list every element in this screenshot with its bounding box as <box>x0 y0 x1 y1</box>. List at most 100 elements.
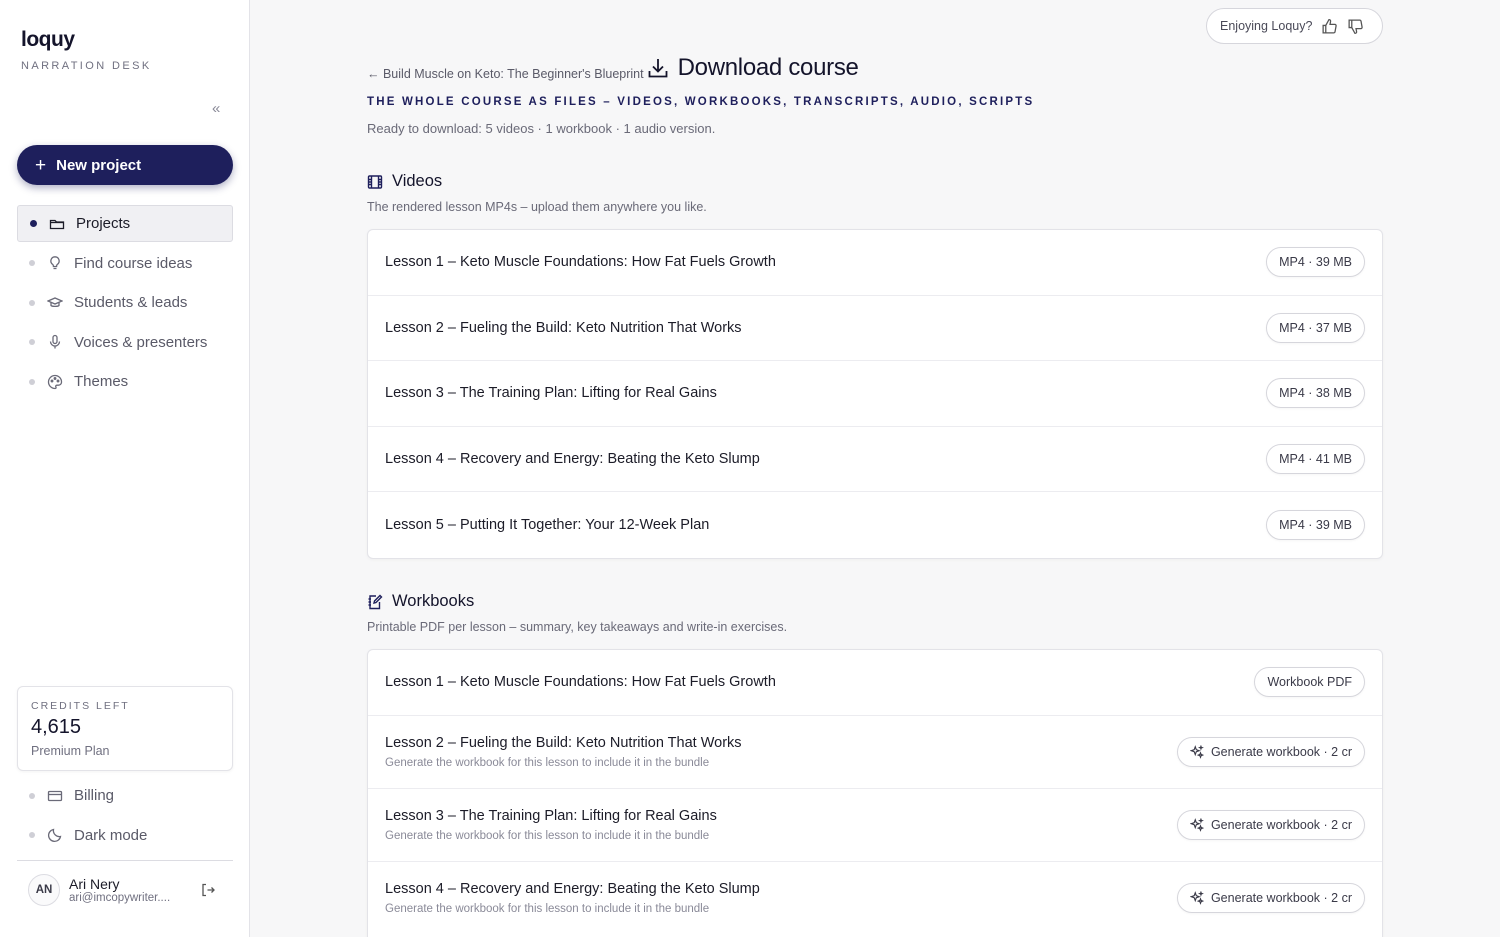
workbook-hint: Generate the workbook for this lesson to… <box>385 756 710 769</box>
workbook-row: Lesson 3 – The Training Plan: Lifting fo… <box>368 789 1382 862</box>
sparkles-icon <box>1189 744 1204 759</box>
download-video-button[interactable]: MP4 · 37 MB <box>1266 312 1365 343</box>
sparkles-icon <box>1189 817 1204 832</box>
workbook-text: Lesson 2 – Fueling the Build: Keto Nutri… <box>385 735 742 769</box>
sidebar-item-label: Billing <box>74 787 115 804</box>
workbook-row: Lesson 4 – Recovery and Energy: Beating … <box>368 862 1382 935</box>
feedback-widget: Enjoying Loquy? <box>1206 8 1383 44</box>
inactive-indicator <box>29 260 35 267</box>
generate-workbook-button[interactable]: Generate workbook · 2 cr <box>1176 736 1365 767</box>
workbook-hint: Generate the workbook for this lesson to… <box>385 903 710 915</box>
generate-workbook-button[interactable]: Generate workbook · 2 cr <box>1176 809 1365 840</box>
video-row: Lesson 3 – The Training Plan: Lifting fo… <box>368 361 1382 427</box>
page-eyebrow: THE WHOLE COURSE AS FILES – VIDEOS, WORK… <box>367 96 1035 108</box>
workbook-row: Lesson 1 – Keto Muscle Foundations: How … <box>368 650 1382 716</box>
brand-logo: loquy <box>21 28 75 51</box>
generate-workbook-label: Generate workbook · 2 cr <box>1210 891 1352 905</box>
inactive-indicator <box>29 378 35 385</box>
sparkles-icon <box>1189 891 1204 905</box>
plus-icon: + <box>35 154 47 176</box>
workbook-title: Lesson 2 – Fueling the Build: Keto Nutri… <box>385 734 742 751</box>
microphone-icon <box>47 334 63 350</box>
generate-workbook-button[interactable]: Generate workbook · 2 cr <box>1176 883 1365 913</box>
video-row: Lesson 4 – Recovery and Energy: Beating … <box>368 427 1382 493</box>
back-link[interactable]: ← Build Muscle on Keto: The Beginner's B… <box>367 67 644 81</box>
sidebar-nav: Projects Find course ideas Students & le… <box>17 205 233 403</box>
video-title: Lesson 4 – Recovery and Energy: Beating … <box>385 451 760 468</box>
collapse-sidebar-button[interactable]: « <box>212 100 220 117</box>
brand: loquy NARRATION DESK <box>21 28 152 72</box>
sidebar-item-voices-presenters[interactable]: Voices & presenters <box>17 324 233 361</box>
lightbulb-icon <box>47 255 63 271</box>
film-icon <box>367 174 383 190</box>
download-video-button[interactable]: MP4 · 39 MB <box>1266 247 1365 278</box>
workbook-hint: Generate the workbook for this lesson to… <box>385 829 710 842</box>
feedback-label: Enjoying Loquy? <box>1220 19 1313 33</box>
download-video-button[interactable]: MP4 · 41 MB <box>1266 444 1365 475</box>
credits-value: 4,615 <box>31 716 82 738</box>
user-info: Ari Nery ari@imcopywriter.... <box>69 876 187 904</box>
sidebar-item-dark-mode[interactable]: Dark mode <box>17 817 233 854</box>
sidebar-divider <box>17 860 233 861</box>
sidebar-item-themes[interactable]: Themes <box>17 363 233 400</box>
inactive-indicator <box>29 792 35 799</box>
new-project-button[interactable]: + New project <box>17 145 233 185</box>
page-title: Download course <box>646 54 859 82</box>
generate-workbook-label: Generate workbook · 2 cr <box>1210 817 1352 832</box>
page-title-text: Download course <box>677 54 859 81</box>
workbook-title: Lesson 3 – The Training Plan: Lifting fo… <box>385 807 717 824</box>
download-video-button[interactable]: MP4 · 38 MB <box>1266 378 1365 409</box>
thumbs-up-icon[interactable] <box>1321 18 1338 35</box>
user-profile: AN Ari Nery ari@imcopywriter.... <box>28 872 224 908</box>
logout-icon[interactable] <box>200 882 216 898</box>
download-icon <box>646 56 670 80</box>
thumbs-down-icon[interactable] <box>1347 18 1364 35</box>
sidebar-item-label: Dark mode <box>74 826 148 844</box>
sidebar-bottom-nav: Billing Dark mode <box>17 777 233 856</box>
video-title: Lesson 2 – Fueling the Build: Keto Nutri… <box>385 319 742 336</box>
video-row: Lesson 1 – Keto Muscle Foundations: How … <box>368 230 1382 296</box>
workbooks-section-title: Workbooks <box>392 592 475 610</box>
videos-section-header: Videos <box>367 172 442 191</box>
notebook-pen-icon <box>367 594 383 610</box>
folder-icon <box>49 216 65 232</box>
inactive-indicator <box>29 299 35 306</box>
brand-subtitle: NARRATION DESK <box>21 60 152 72</box>
sidebar-item-label: Voices & presenters <box>74 333 208 351</box>
plan-name: Premium Plan <box>31 744 110 758</box>
workbook-pdf-button[interactable]: Workbook PDF <box>1254 667 1365 698</box>
user-email: ari@imcopywriter.... <box>69 892 171 904</box>
workbooks-list: Lesson 1 – Keto Muscle Foundations: How … <box>367 649 1383 937</box>
videos-section-description: The rendered lesson MP4s – upload them a… <box>367 200 707 214</box>
sidebar-item-projects[interactable]: Projects <box>17 205 233 242</box>
workbook-text: Lesson 4 – Recovery and Energy: Beating … <box>385 881 760 915</box>
generate-workbook-label: Generate workbook · 2 cr <box>1210 744 1352 759</box>
sidebar: loquy NARRATION DESK « + New project Pro… <box>0 0 250 937</box>
avatar[interactable]: AN <box>28 874 60 906</box>
user-name: Ari Nery <box>69 876 120 892</box>
video-title: Lesson 1 – Keto Muscle Foundations: How … <box>385 254 776 271</box>
workbook-text: Lesson 3 – The Training Plan: Lifting fo… <box>385 808 717 842</box>
sidebar-item-students-leads[interactable]: Students & leads <box>17 284 233 321</box>
workbooks-section-header: Workbooks <box>367 592 474 611</box>
sidebar-item-label: Find course ideas <box>74 254 193 272</box>
workbook-title: Lesson 1 – Keto Muscle Foundations: How … <box>385 674 776 691</box>
download-video-button[interactable]: MP4 · 39 MB <box>1266 510 1365 541</box>
video-row: Lesson 2 – Fueling the Build: Keto Nutri… <box>368 296 1382 362</box>
sidebar-item-billing[interactable]: Billing <box>17 777 233 814</box>
credits-label: CREDITS LEFT <box>31 700 130 712</box>
videos-list: Lesson 1 – Keto Muscle Foundations: How … <box>367 229 1383 559</box>
moon-icon <box>47 827 63 843</box>
sidebar-item-label: Projects <box>76 215 131 232</box>
sidebar-item-find-course-ideas[interactable]: Find course ideas <box>17 245 233 282</box>
new-project-label: New project <box>56 156 142 174</box>
ready-summary: Ready to download: 5 videos · 1 workbook… <box>367 121 716 136</box>
videos-section-title: Videos <box>392 172 443 190</box>
sidebar-item-label: Students & leads <box>74 294 188 312</box>
inactive-indicator <box>29 832 35 839</box>
credits-card: CREDITS LEFT 4,615 Premium Plan <box>17 686 233 771</box>
workbooks-section-description: Printable PDF per lesson – summary, key … <box>367 620 788 634</box>
palette-icon <box>47 374 63 390</box>
workbook-title: Lesson 4 – Recovery and Energy: Beating … <box>385 881 760 897</box>
credit-card-icon <box>47 788 63 804</box>
